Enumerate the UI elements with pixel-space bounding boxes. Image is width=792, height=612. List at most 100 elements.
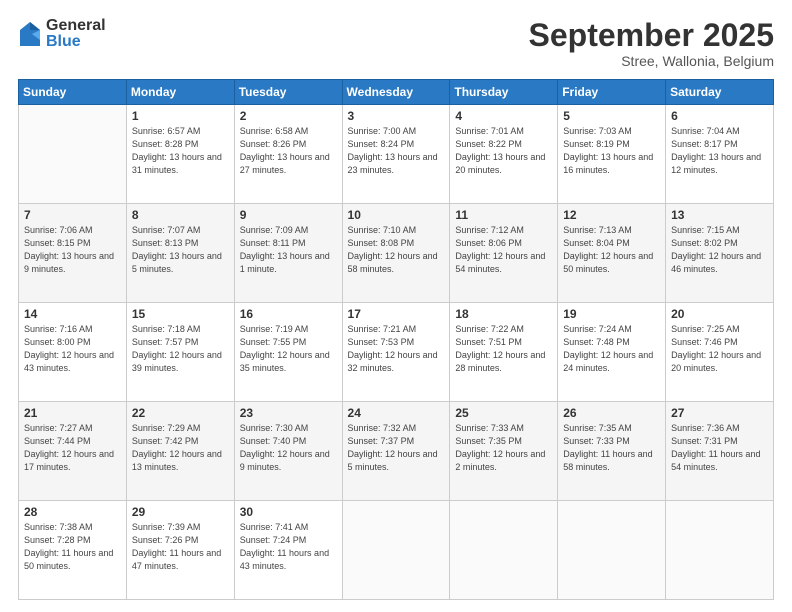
day-info: Sunrise: 7:01 AMSunset: 8:22 PMDaylight:… xyxy=(455,125,552,177)
calendar-cell: 29 Sunrise: 7:39 AMSunset: 7:26 PMDayligh… xyxy=(126,501,234,600)
col-sunday: Sunday xyxy=(19,80,127,105)
calendar-cell xyxy=(666,501,774,600)
calendar-cell xyxy=(342,501,450,600)
day-info: Sunrise: 7:27 AMSunset: 7:44 PMDaylight:… xyxy=(24,422,121,474)
calendar-week-row: 21Sunrise: 7:27 AMSunset: 7:44 PMDayligh… xyxy=(19,402,774,501)
calendar-week-row: 14Sunrise: 7:16 AMSunset: 8:00 PMDayligh… xyxy=(19,303,774,402)
day-info: Sunrise: 7:39 AMSunset: 7:26 PMDaylight:… xyxy=(132,521,229,573)
day-number: 6 xyxy=(671,109,768,123)
day-number: 19 xyxy=(563,307,660,321)
calendar-cell: 18Sunrise: 7:22 AMSunset: 7:51 PMDayligh… xyxy=(450,303,558,402)
day-info: Sunrise: 7:41 AMSunset: 7:24 PMDaylight:… xyxy=(240,521,337,573)
calendar-cell: 10 Sunrise: 7:10 AMSunset: 8:08 PMDayligh… xyxy=(342,204,450,303)
calendar-cell: 8 Sunrise: 7:07 AMSunset: 8:13 PMDaylight… xyxy=(126,204,234,303)
day-info: Sunrise: 7:06 AMSunset: 8:15 PMDaylight:… xyxy=(24,224,121,276)
logo: General Blue xyxy=(18,18,106,50)
subtitle: Stree, Wallonia, Belgium xyxy=(529,53,774,69)
day-info: Sunrise: 7:00 AMSunset: 8:24 PMDaylight:… xyxy=(348,125,445,177)
day-number: 17 xyxy=(348,307,445,321)
day-number: 30 xyxy=(240,505,337,519)
calendar-body: 1 Sunrise: 6:57 AMSunset: 8:28 PMDaylight… xyxy=(19,105,774,600)
day-number: 25 xyxy=(455,406,552,420)
logo-general: General xyxy=(46,18,106,34)
day-info: Sunrise: 7:13 AMSunset: 8:04 PMDaylight:… xyxy=(563,224,660,276)
calendar-cell: 27Sunrise: 7:36 AMSunset: 7:31 PMDayligh… xyxy=(666,402,774,501)
calendar-cell: 25Sunrise: 7:33 AMSunset: 7:35 PMDayligh… xyxy=(450,402,558,501)
header: General Blue September 2025 Stree, Wallo… xyxy=(18,18,774,69)
day-number: 9 xyxy=(240,208,337,222)
day-number: 3 xyxy=(348,109,445,123)
calendar-cell: 28Sunrise: 7:38 AMSunset: 7:28 PMDayligh… xyxy=(19,501,127,600)
calendar-cell: 11 Sunrise: 7:12 AMSunset: 8:06 PMDayligh… xyxy=(450,204,558,303)
day-info: Sunrise: 7:35 AMSunset: 7:33 PMDaylight:… xyxy=(563,422,660,474)
logo-icon xyxy=(18,20,42,48)
day-info: Sunrise: 7:07 AMSunset: 8:13 PMDaylight:… xyxy=(132,224,229,276)
calendar-cell xyxy=(19,105,127,204)
col-tuesday: Tuesday xyxy=(234,80,342,105)
calendar-cell: 26 Sunrise: 7:35 AMSunset: 7:33 PMDayligh… xyxy=(558,402,666,501)
day-number: 20 xyxy=(671,307,768,321)
day-number: 2 xyxy=(240,109,337,123)
day-info: Sunrise: 7:16 AMSunset: 8:00 PMDaylight:… xyxy=(24,323,121,375)
calendar-cell: 14Sunrise: 7:16 AMSunset: 8:00 PMDayligh… xyxy=(19,303,127,402)
day-info: Sunrise: 7:29 AMSunset: 7:42 PMDaylight:… xyxy=(132,422,229,474)
calendar-cell: 17 Sunrise: 7:21 AMSunset: 7:53 PMDayligh… xyxy=(342,303,450,402)
day-info: Sunrise: 7:38 AMSunset: 7:28 PMDaylight:… xyxy=(24,521,121,573)
day-number: 15 xyxy=(132,307,229,321)
page: General Blue September 2025 Stree, Wallo… xyxy=(0,0,792,612)
calendar-cell xyxy=(450,501,558,600)
calendar-cell: 30 Sunrise: 7:41 AMSunset: 7:24 PMDayligh… xyxy=(234,501,342,600)
day-info: Sunrise: 7:09 AMSunset: 8:11 PMDaylight:… xyxy=(240,224,337,276)
day-info: Sunrise: 7:21 AMSunset: 7:53 PMDaylight:… xyxy=(348,323,445,375)
col-saturday: Saturday xyxy=(666,80,774,105)
calendar-cell: 6Sunrise: 7:04 AMSunset: 8:17 PMDaylight… xyxy=(666,105,774,204)
day-number: 23 xyxy=(240,406,337,420)
day-number: 8 xyxy=(132,208,229,222)
day-number: 7 xyxy=(24,208,121,222)
day-number: 10 xyxy=(348,208,445,222)
day-number: 5 xyxy=(563,109,660,123)
day-info: Sunrise: 7:18 AMSunset: 7:57 PMDaylight:… xyxy=(132,323,229,375)
calendar-week-row: 7 Sunrise: 7:06 AMSunset: 8:15 PMDaylight… xyxy=(19,204,774,303)
day-info: Sunrise: 7:24 AMSunset: 7:48 PMDaylight:… xyxy=(563,323,660,375)
day-info: Sunrise: 6:58 AMSunset: 8:26 PMDaylight:… xyxy=(240,125,337,177)
calendar-cell: 2 Sunrise: 6:58 AMSunset: 8:26 PMDaylight… xyxy=(234,105,342,204)
day-number: 12 xyxy=(563,208,660,222)
title-block: September 2025 Stree, Wallonia, Belgium xyxy=(529,18,774,69)
calendar-cell: 7 Sunrise: 7:06 AMSunset: 8:15 PMDaylight… xyxy=(19,204,127,303)
day-number: 29 xyxy=(132,505,229,519)
calendar-table: Sunday Monday Tuesday Wednesday Thursday… xyxy=(18,79,774,600)
calendar-week-row: 1 Sunrise: 6:57 AMSunset: 8:28 PMDaylight… xyxy=(19,105,774,204)
day-info: Sunrise: 7:19 AMSunset: 7:55 PMDaylight:… xyxy=(240,323,337,375)
col-thursday: Thursday xyxy=(450,80,558,105)
calendar-cell: 19 Sunrise: 7:24 AMSunset: 7:48 PMDayligh… xyxy=(558,303,666,402)
day-info: Sunrise: 7:30 AMSunset: 7:40 PMDaylight:… xyxy=(240,422,337,474)
calendar-cell: 22Sunrise: 7:29 AMSunset: 7:42 PMDayligh… xyxy=(126,402,234,501)
day-number: 16 xyxy=(240,307,337,321)
day-info: Sunrise: 6:57 AMSunset: 8:28 PMDaylight:… xyxy=(132,125,229,177)
calendar-cell: 5 Sunrise: 7:03 AMSunset: 8:19 PMDaylight… xyxy=(558,105,666,204)
day-number: 13 xyxy=(671,208,768,222)
logo-blue: Blue xyxy=(46,34,106,50)
calendar-cell xyxy=(558,501,666,600)
calendar-header: Sunday Monday Tuesday Wednesday Thursday… xyxy=(19,80,774,105)
day-number: 26 xyxy=(563,406,660,420)
day-info: Sunrise: 7:03 AMSunset: 8:19 PMDaylight:… xyxy=(563,125,660,177)
calendar-cell: 3 Sunrise: 7:00 AMSunset: 8:24 PMDaylight… xyxy=(342,105,450,204)
calendar-cell: 24Sunrise: 7:32 AMSunset: 7:37 PMDayligh… xyxy=(342,402,450,501)
col-friday: Friday xyxy=(558,80,666,105)
calendar-cell: 13 Sunrise: 7:15 AMSunset: 8:02 PMDayligh… xyxy=(666,204,774,303)
day-info: Sunrise: 7:10 AMSunset: 8:08 PMDaylight:… xyxy=(348,224,445,276)
col-wednesday: Wednesday xyxy=(342,80,450,105)
calendar-cell: 4 Sunrise: 7:01 AMSunset: 8:22 PMDaylight… xyxy=(450,105,558,204)
day-info: Sunrise: 7:12 AMSunset: 8:06 PMDaylight:… xyxy=(455,224,552,276)
calendar-cell: 15 Sunrise: 7:18 AMSunset: 7:57 PMDayligh… xyxy=(126,303,234,402)
col-monday: Monday xyxy=(126,80,234,105)
day-number: 27 xyxy=(671,406,768,420)
day-number: 4 xyxy=(455,109,552,123)
calendar-cell: 16 Sunrise: 7:19 AMSunset: 7:55 PMDayligh… xyxy=(234,303,342,402)
day-number: 11 xyxy=(455,208,552,222)
day-number: 1 xyxy=(132,109,229,123)
day-info: Sunrise: 7:15 AMSunset: 8:02 PMDaylight:… xyxy=(671,224,768,276)
calendar-cell: 1 Sunrise: 6:57 AMSunset: 8:28 PMDaylight… xyxy=(126,105,234,204)
